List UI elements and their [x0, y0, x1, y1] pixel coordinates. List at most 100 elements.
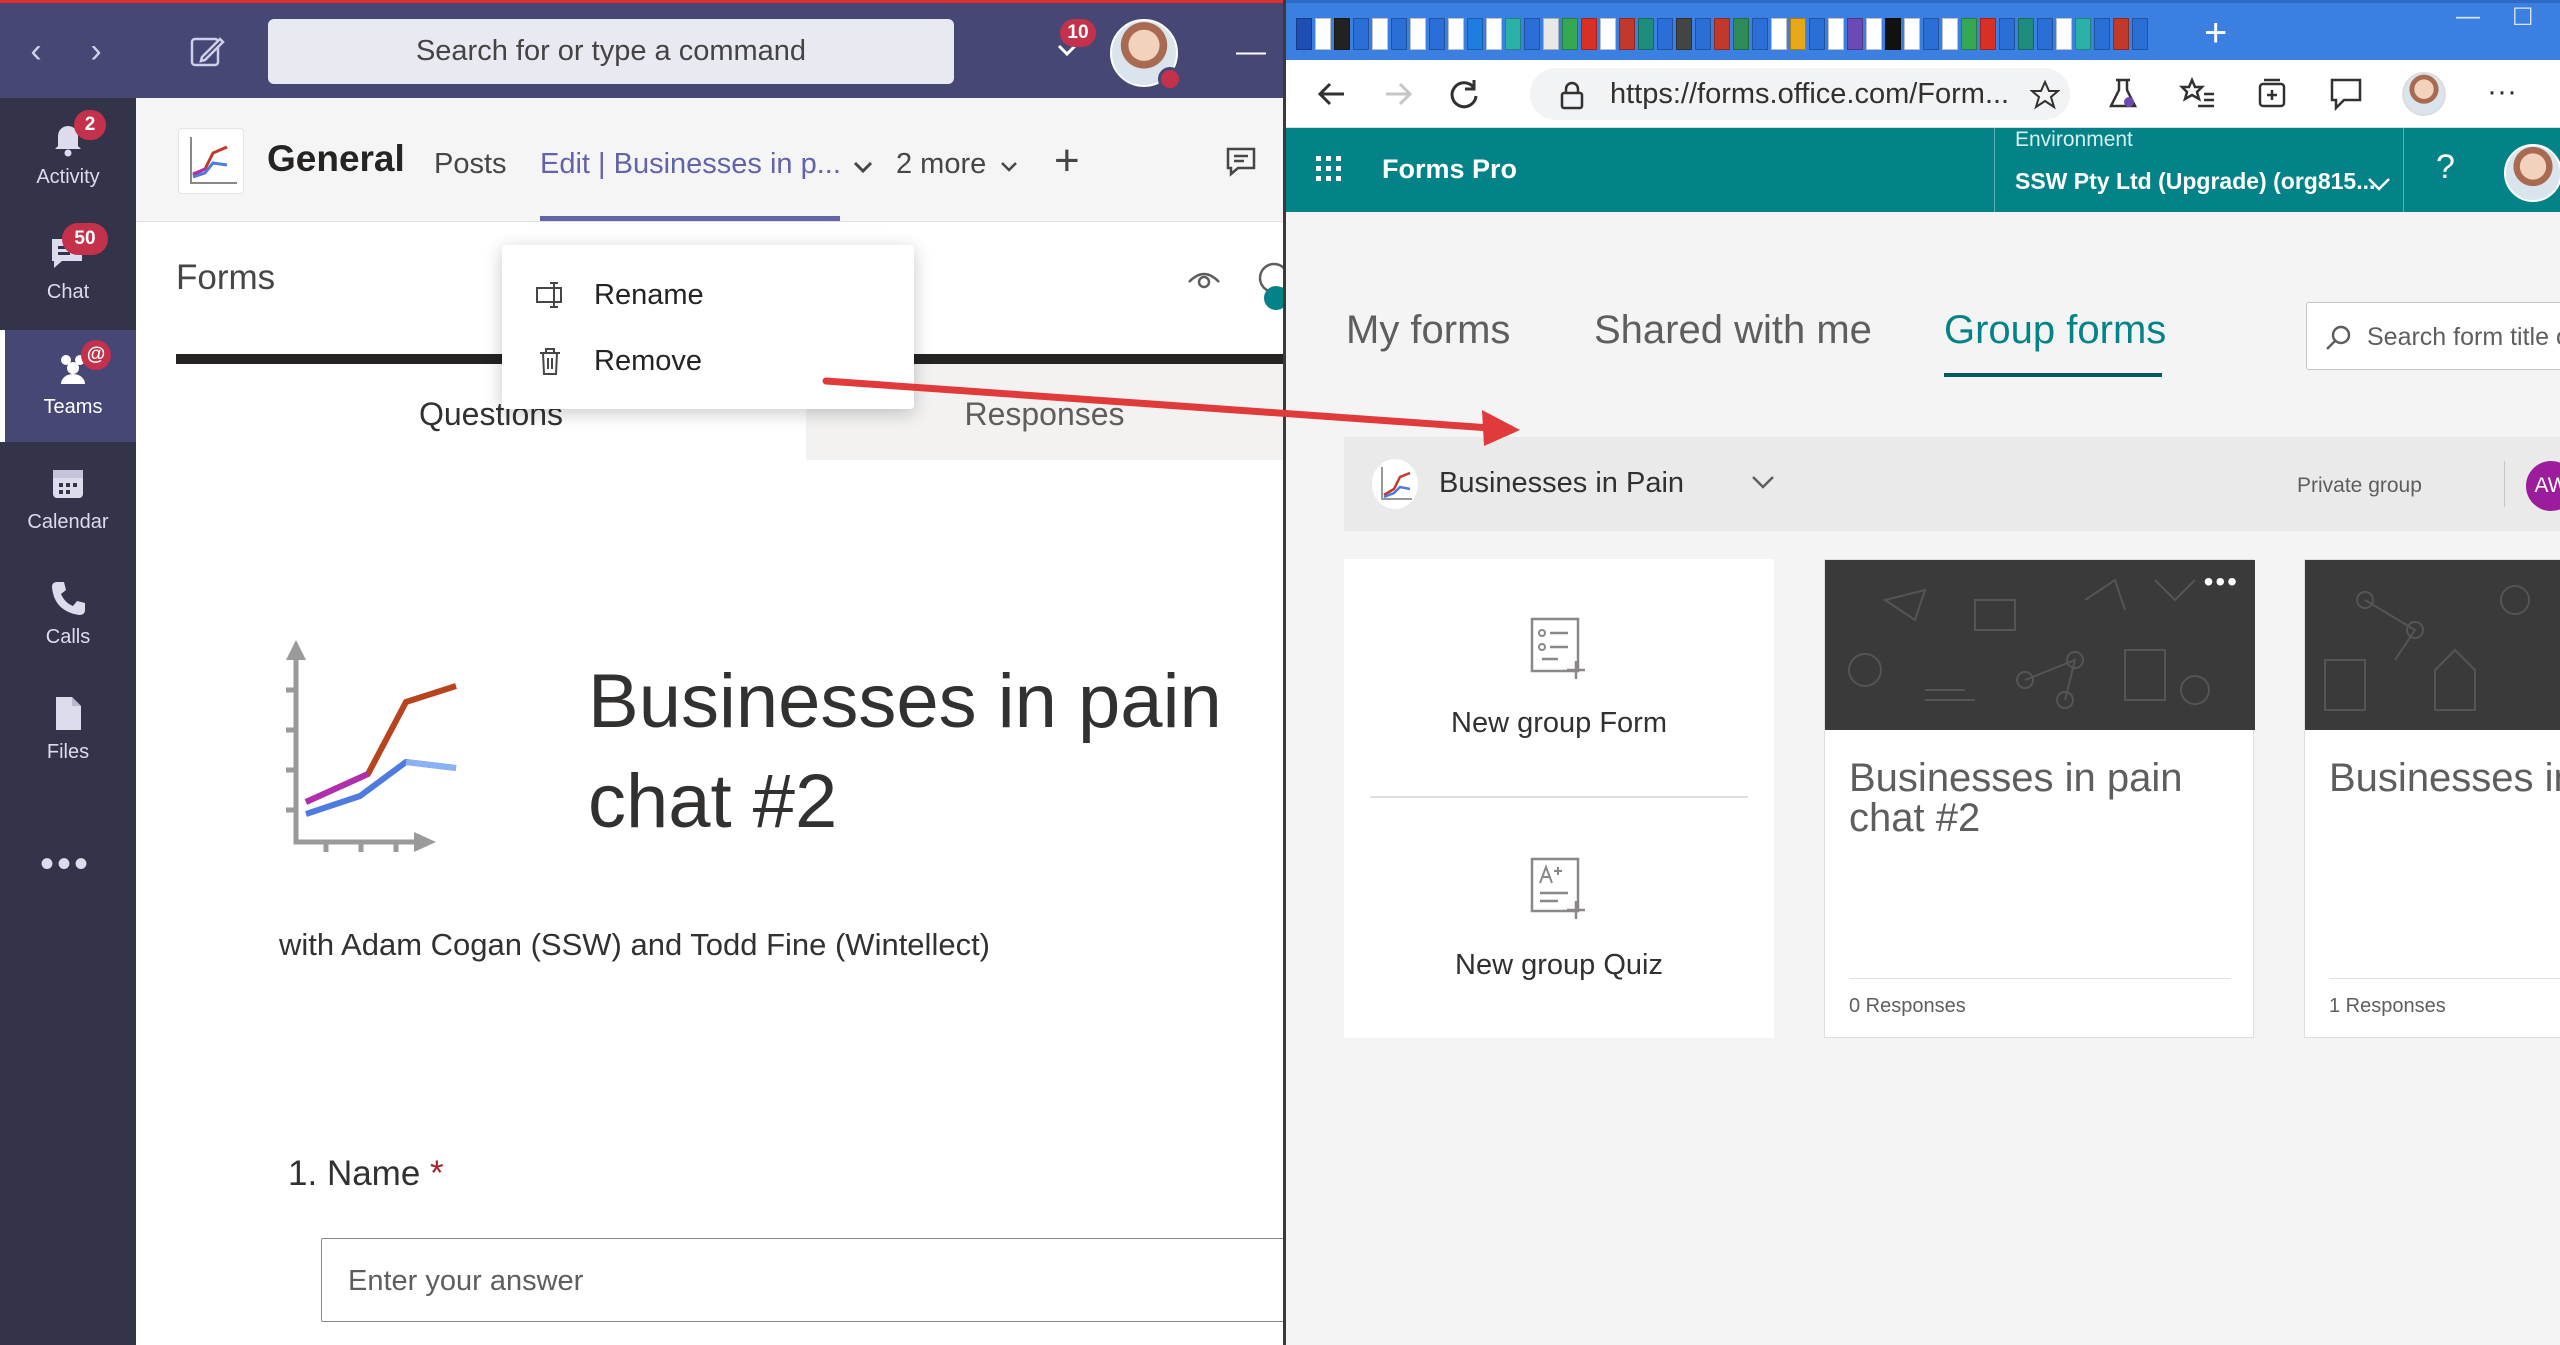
environment-picker[interactable]: Environment SSW Pty Ltd (Upgrade) (org81…: [1994, 128, 2404, 212]
pinned-tabs-strip[interactable]: [1296, 18, 2148, 50]
file-icon: [48, 693, 88, 733]
favorite-star-icon[interactable]: [2030, 80, 2060, 110]
group-privacy: Private group: [2297, 474, 2422, 497]
theme-palette-icon[interactable]: [1254, 258, 1283, 316]
rail-item-chat[interactable]: 50 Chat: [0, 215, 136, 327]
calendar-icon: [48, 463, 88, 503]
tab-context-menu: Rename Remove: [502, 245, 914, 409]
active-tab-indicator: [540, 216, 840, 221]
group-chevron-down-icon[interactable]: [1748, 467, 1778, 497]
new-tab-button[interactable]: +: [2204, 11, 2227, 56]
rename-icon: [534, 279, 566, 311]
feedback-icon[interactable]: [2324, 72, 2368, 116]
member-avatar[interactable]: AW: [2526, 461, 2560, 511]
answer-input[interactable]: Enter your answer: [321, 1238, 1283, 1322]
url-text: https://forms.office.com/Form...: [1610, 78, 2010, 110]
compose-icon[interactable]: [186, 31, 228, 73]
forms-tab-title: Forms: [176, 258, 276, 297]
back-icon[interactable]: ‹: [16, 31, 56, 71]
card-more-options-icon[interactable]: •••: [2204, 566, 2239, 598]
chat-badge: 50: [62, 223, 108, 255]
favorites-list-icon[interactable]: [2176, 72, 2220, 116]
lock-icon[interactable]: [1558, 80, 1586, 110]
more-options-icon[interactable]: ···: [2480, 72, 2524, 116]
question-1-label: 1. Name *: [288, 1154, 444, 1194]
form-subtitle[interactable]: with Adam Cogan (SSW) and Todd Fine (Win…: [279, 927, 990, 963]
tab-more[interactable]: 2 more: [896, 148, 986, 181]
maximize-icon[interactable]: ☐: [2512, 3, 2534, 32]
rail-label: Teams: [43, 396, 103, 418]
user-avatar[interactable]: [2504, 144, 2560, 202]
new-group-quiz-button[interactable]: New group Quiz: [1344, 949, 1774, 982]
rail-label: Chat: [46, 281, 90, 303]
form-editor: Questions Responses Businesses in pain c…: [176, 354, 1283, 1345]
collections-icon[interactable]: [2250, 72, 2294, 116]
user-avatar[interactable]: [1110, 19, 1182, 91]
conversation-icon[interactable]: [1224, 144, 1258, 178]
rail-item-teams[interactable]: @ Teams: [0, 330, 136, 442]
tab-chevron-down-icon[interactable]: [848, 152, 878, 182]
group-logo: [1372, 459, 1418, 509]
tab-edit-form[interactable]: Edit | Businesses in p...: [540, 148, 841, 181]
new-form-icon[interactable]: [1528, 615, 1588, 679]
profile-avatar[interactable]: [2402, 72, 2446, 116]
question-number: 1.: [288, 1154, 318, 1193]
divider: [2504, 461, 2505, 507]
group-selector-bar: Businesses in Pain Private group AW T: [1344, 437, 2560, 531]
rail-item-files[interactable]: Files: [0, 675, 136, 787]
form-card[interactable]: ••• Businesses in pain chat #2 0 Respons…: [1824, 559, 2255, 1038]
app-launcher-icon[interactable]: [1314, 154, 1344, 184]
form-card[interactable]: Businesses in chat 1 Responses: [2304, 559, 2560, 1038]
more-chevron-down-icon[interactable]: [996, 154, 1022, 180]
menu-item-remove[interactable]: Remove: [502, 327, 914, 393]
forward-icon[interactable]: ›: [76, 31, 116, 71]
refresh-icon[interactable]: [1442, 72, 1486, 116]
tab-posts[interactable]: Posts: [434, 148, 507, 181]
add-tab-icon[interactable]: +: [1054, 136, 1080, 186]
browser-tab-strip: + — ☐: [1286, 0, 2560, 60]
group-name[interactable]: Businesses in Pain: [1439, 467, 1684, 500]
form-search-input[interactable]: Search form title o: [2306, 302, 2560, 370]
help-icon[interactable]: ?: [2436, 148, 2455, 187]
tab-my-forms[interactable]: My forms: [1346, 308, 1510, 353]
environment-value: SSW Pty Ltd (Upgrade) (org815...: [2015, 168, 2376, 194]
more-apps-icon[interactable]: •••: [40, 842, 91, 887]
rail-item-calendar[interactable]: Calendar: [0, 445, 136, 557]
active-tab-indicator: [1944, 373, 2162, 377]
question-text: Name: [326, 1154, 421, 1193]
menu-item-rename[interactable]: Rename: [502, 261, 914, 327]
form-title[interactable]: Businesses in pain chat #2: [588, 652, 1228, 852]
edge-browser-window: + — ☐ https://forms.office.com/Form... ·…: [1283, 0, 2560, 1345]
address-bar[interactable]: https://forms.office.com/Form...: [1530, 68, 2070, 120]
channel-header: General Posts Edit | Businesses in p... …: [136, 98, 1283, 222]
command-search-input[interactable]: Search for or type a command: [268, 19, 954, 84]
rail-item-calls[interactable]: Calls: [0, 560, 136, 672]
trash-icon: [534, 345, 566, 377]
forward-icon[interactable]: [1376, 72, 1420, 116]
tab-group-forms[interactable]: Group forms: [1944, 308, 2166, 353]
teams-title-bar: ‹ › Search for or type a command 10 —: [0, 0, 1283, 98]
minimize-icon[interactable]: —: [1236, 35, 1266, 69]
environment-label: Environment: [2015, 128, 2133, 151]
rail-label: Calls: [45, 626, 91, 648]
search-icon: [2323, 323, 2353, 353]
team-logo: [178, 128, 244, 194]
rail-item-activity[interactable]: 2 Activity: [0, 100, 136, 212]
preview-eye-icon[interactable]: [1186, 262, 1222, 298]
minimize-icon[interactable]: —: [2456, 3, 2480, 31]
phone-icon: [48, 578, 88, 618]
tab-shared-with-me[interactable]: Shared with me: [1594, 308, 1872, 353]
search-placeholder: Search form title o: [2367, 323, 2560, 351]
form-thumbnail: •••: [1825, 560, 2255, 730]
new-quiz-icon[interactable]: [1528, 855, 1588, 919]
lab-flask-icon[interactable]: [2102, 72, 2146, 116]
rail-label: Calendar: [27, 511, 109, 533]
new-group-form-button[interactable]: New group Form: [1344, 707, 1774, 740]
card-responses: 0 Responses: [1849, 978, 2231, 1018]
required-mark: *: [430, 1154, 444, 1193]
card-responses: 1 Responses: [2329, 978, 2560, 1018]
back-icon[interactable]: [1310, 72, 1354, 116]
divider: [1370, 796, 1748, 798]
card-title: Businesses in pain chat #2: [1849, 756, 2183, 840]
app-name[interactable]: Forms Pro: [1382, 154, 1517, 185]
